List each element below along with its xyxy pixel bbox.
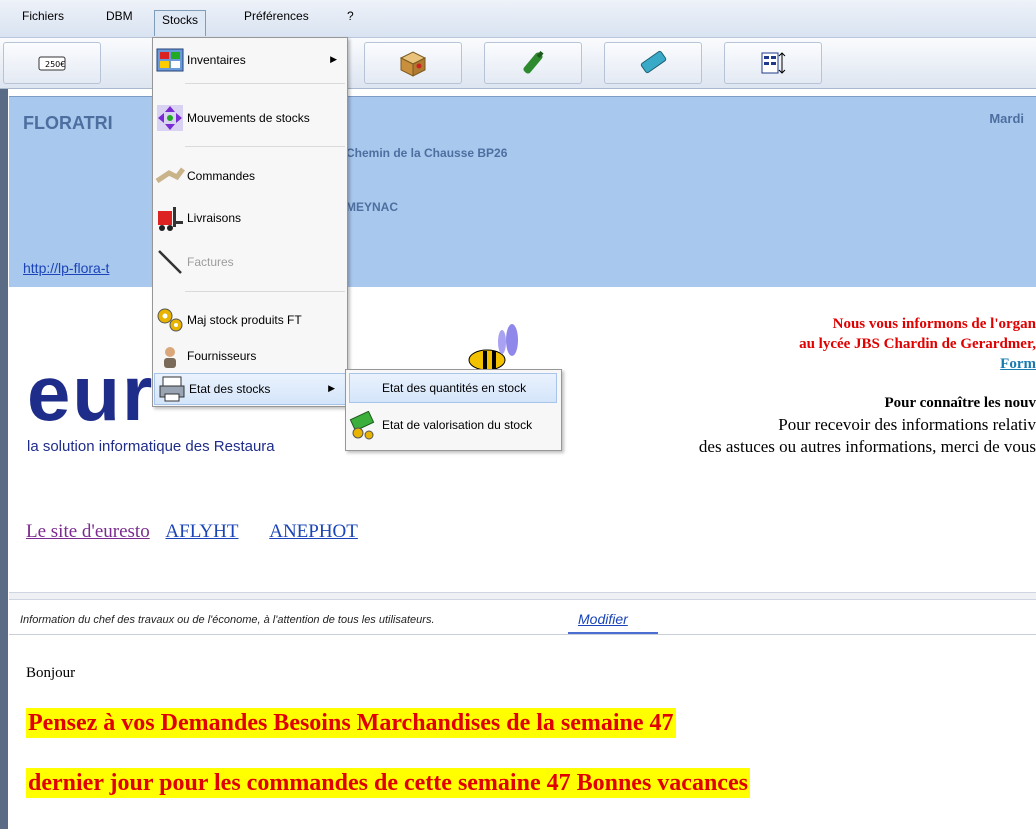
- aflyht-link[interactable]: AFLYHT: [165, 521, 238, 542]
- bee-icon: [468, 324, 518, 371]
- menu-item-mouvements[interactable]: Mouvements de stocks: [153, 98, 347, 138]
- columns-button[interactable]: [724, 42, 822, 84]
- money-gears-icon: [349, 411, 375, 440]
- school-website-link[interactable]: http://lp-flora-t: [23, 260, 109, 276]
- school-city: MEYNAC: [346, 200, 399, 214]
- school-name: FLORATRI: [23, 113, 113, 133]
- keyboard-button[interactable]: [604, 42, 702, 84]
- euresto-site-link[interactable]: Le site d'euresto: [26, 521, 150, 542]
- menu-item-factures: Factures: [153, 242, 347, 282]
- menu-item-label: Inventaires: [187, 53, 246, 67]
- submenu-item-label: Etat de valorisation du stock: [382, 418, 533, 432]
- menu-preferences[interactable]: Préférences: [244, 9, 309, 23]
- info-message-1: Pensez à vos Demandes Besoins Marchandis…: [26, 708, 676, 738]
- menu-item-label: Etat des stocks: [189, 382, 271, 396]
- modify-link[interactable]: Modifier: [578, 611, 628, 627]
- menu-separator: [185, 291, 345, 292]
- menu-help[interactable]: ?: [347, 9, 354, 23]
- announce-line-6: des astuces ou autres informations, merc…: [698, 437, 1036, 456]
- menu-item-label: Commandes: [187, 169, 256, 183]
- menu-separator: [185, 83, 345, 84]
- current-date: Mardi: [989, 111, 1024, 126]
- svg-text:250€: 250€: [45, 60, 65, 69]
- submenu-item-label: Etat des quantités en stock: [382, 381, 527, 395]
- handshake-icon: [155, 167, 185, 184]
- submenu-arrow-icon: ▶: [328, 383, 335, 393]
- menu-item-maj-stock[interactable]: Maj stock produits FT: [153, 300, 347, 340]
- menu-item-commandes[interactable]: Commandes: [153, 156, 347, 196]
- bottle-icon: [523, 50, 544, 74]
- box-icon: [399, 51, 427, 77]
- etat-stocks-submenu: Etat des quantités en stock Etat de valo…: [345, 369, 562, 451]
- menu-item-etat-stocks[interactable]: Etat des stocks ▶: [154, 373, 346, 405]
- partner-links: Le site d'euresto AFLYHT ANEPHOT: [26, 521, 370, 543]
- modify-tab-underline: [568, 632, 658, 634]
- splitter[interactable]: [9, 592, 1036, 600]
- school-address: Chemin de la Chausse BP26: [346, 146, 508, 160]
- movement-arrows-icon: [157, 105, 183, 131]
- pen-icon: [158, 250, 182, 274]
- menu-item-fournisseurs[interactable]: Fournisseurs: [153, 339, 347, 373]
- logo-tagline: la solution informatique des Restaura: [27, 438, 275, 455]
- announce-line-2: au lycée JBS Chardin de Gerardmer,: [799, 336, 1036, 352]
- announce-form-link[interactable]: Form: [1000, 356, 1036, 373]
- announce-line-5: Pour recevoir des informations relativ: [778, 415, 1036, 434]
- greeting-text: Bonjour: [26, 665, 76, 681]
- menu-item-inventaires[interactable]: Inventaires ▶: [153, 38, 347, 82]
- submenu-arrow-icon: ▶: [330, 54, 337, 64]
- euresto-logo: eur: [27, 349, 155, 437]
- info-header: Information du chef des travaux ou de l'…: [9, 608, 1036, 635]
- menu-bar: Fichiers DBM Stocks Préférences ?: [0, 0, 1036, 38]
- stocks-dropdown-menu: Inventaires ▶ Mouvements de stocks Comma…: [152, 37, 348, 407]
- left-border: [0, 89, 8, 829]
- announce-line-1: Nous vous informons de l'organ: [832, 316, 1036, 332]
- menu-stocks[interactable]: Stocks: [154, 10, 207, 36]
- menu-item-livraisons[interactable]: Livraisons: [153, 198, 347, 238]
- gears-icon: [157, 308, 183, 332]
- submenu-item-quantites[interactable]: Etat des quantités en stock: [349, 373, 557, 403]
- price-tag-button[interactable]: 250€: [3, 42, 101, 84]
- menu-item-label: Factures: [187, 255, 234, 269]
- menu-fichiers[interactable]: Fichiers: [22, 9, 64, 23]
- submenu-item-valorisation[interactable]: Etat de valorisation du stock: [346, 406, 561, 446]
- info-label: Information du chef des travaux ou de l'…: [20, 614, 435, 626]
- keyboard-icon: [640, 50, 667, 74]
- forklift-icon: [158, 207, 183, 231]
- anephot-link[interactable]: ANEPHOT: [269, 521, 358, 542]
- person-icon: [164, 347, 176, 368]
- columns-icon: [761, 52, 786, 74]
- menu-item-label: Mouvements de stocks: [187, 111, 310, 125]
- menu-item-label: Maj stock produits FT: [187, 313, 302, 327]
- bottle-button[interactable]: [484, 42, 582, 84]
- menu-item-label: Fournisseurs: [187, 349, 257, 363]
- info-message-2: dernier jour pour les commandes de cette…: [26, 768, 750, 798]
- menu-item-label: Livraisons: [187, 211, 242, 225]
- menu-separator: [185, 146, 345, 147]
- announce-line-4: Pour connaître les nouv: [884, 395, 1036, 411]
- price-tag-icon: 250€: [38, 56, 66, 71]
- printer-icon: [159, 376, 185, 402]
- box-button[interactable]: [364, 42, 462, 84]
- inventory-icon: [156, 48, 184, 72]
- menu-dbm[interactable]: DBM: [106, 9, 133, 23]
